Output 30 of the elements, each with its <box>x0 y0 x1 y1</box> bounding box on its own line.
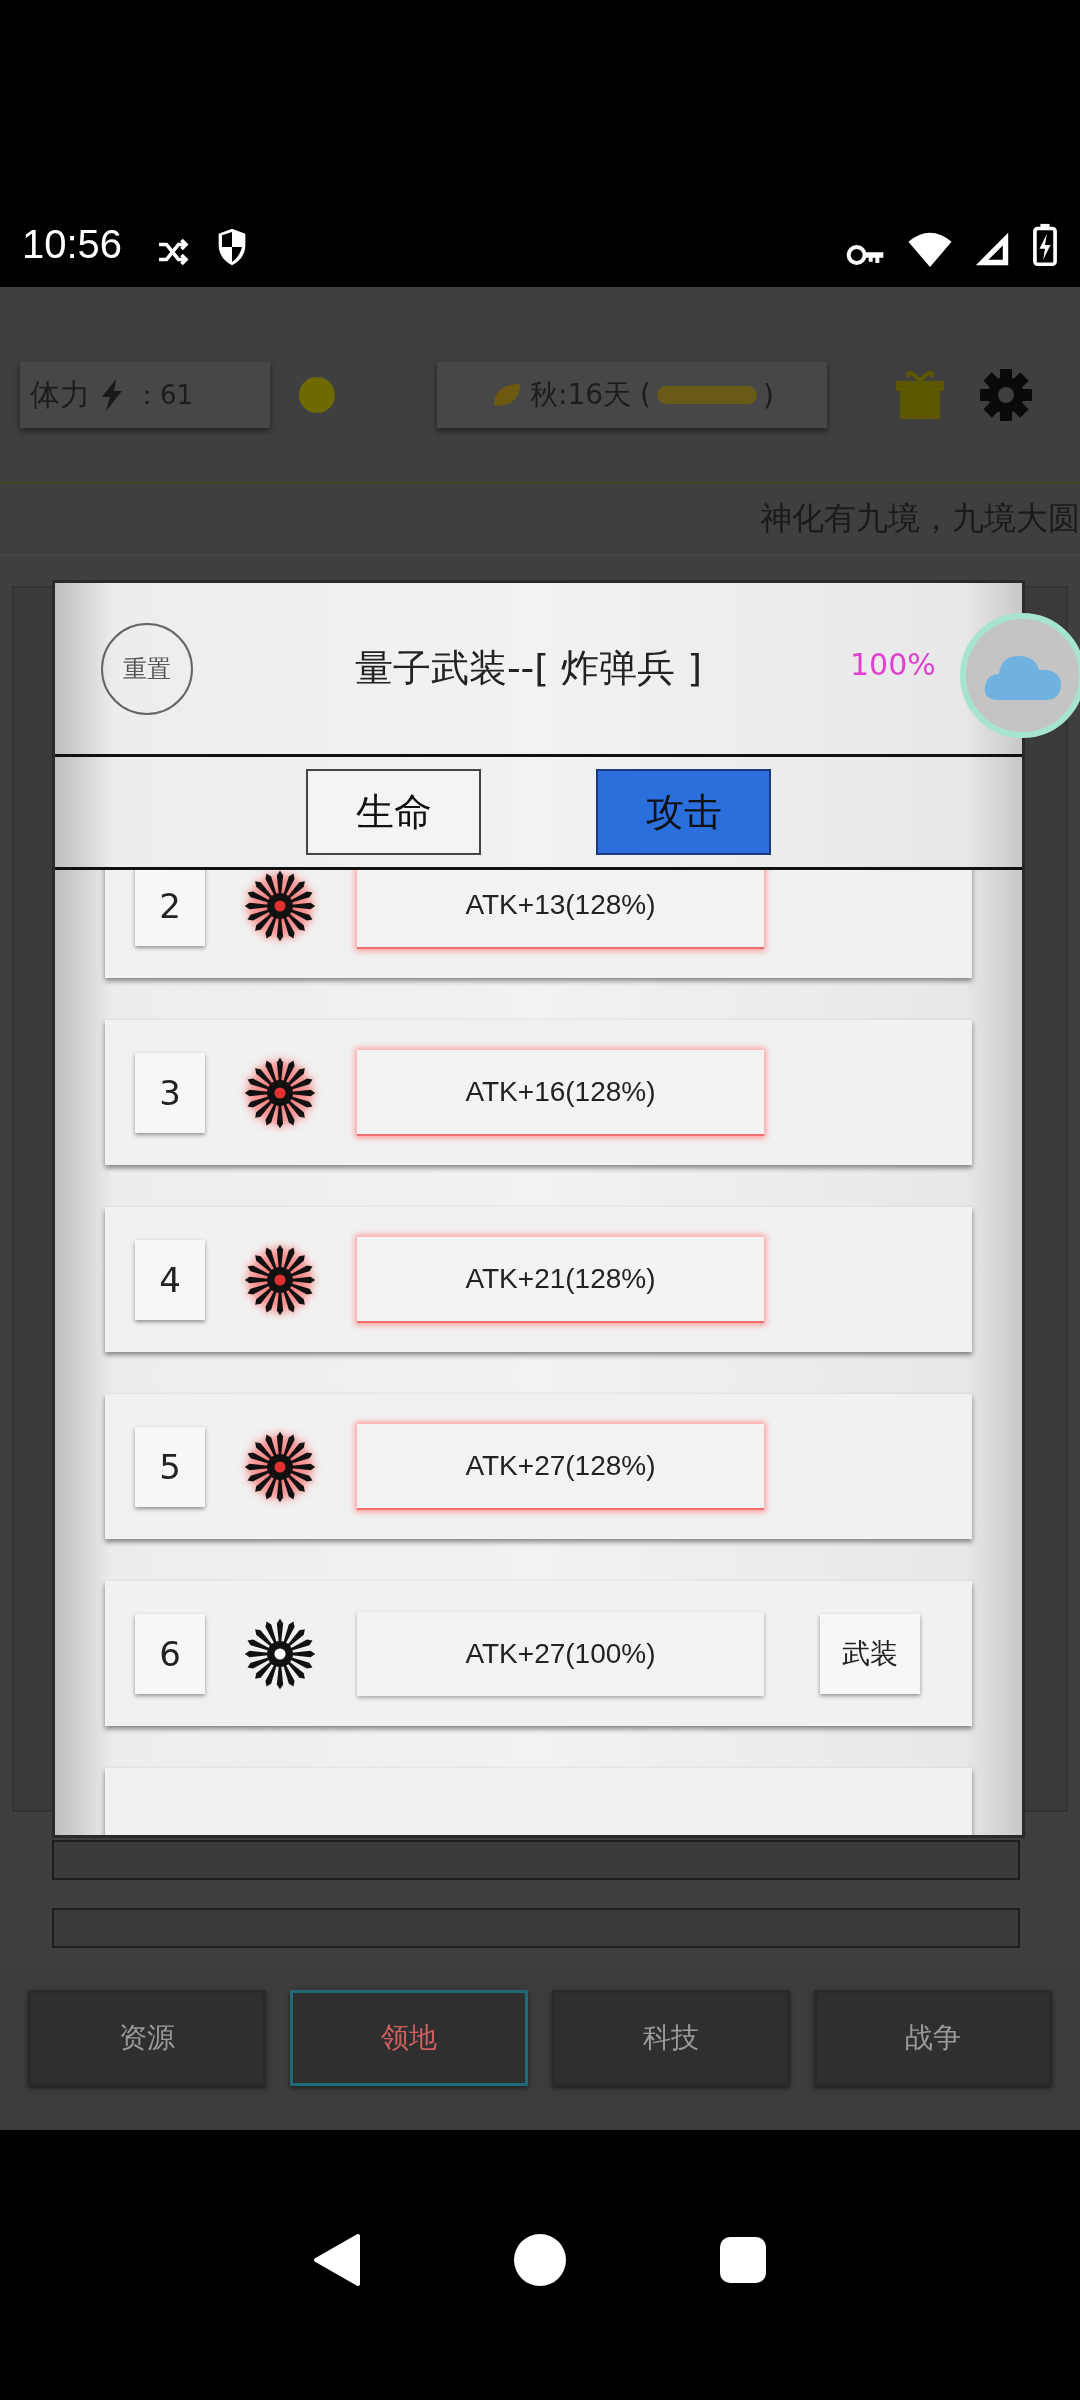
dialog-title: 量子武装--[ 炸弹兵 ] <box>354 645 703 692</box>
stat-value: ATK+13(128%) <box>357 870 764 949</box>
stat-value: ATK+21(128%) <box>357 1236 764 1323</box>
reset-button[interactable]: 重置 <box>101 623 193 715</box>
wifi-icon <box>908 231 952 267</box>
level-number: 5 <box>135 1426 205 1507</box>
level-number: 6 <box>135 1613 205 1694</box>
clock-time: 10:56 <box>22 222 123 267</box>
battery-icon <box>1032 223 1058 267</box>
stat-value: ATK+27(128%) <box>357 1423 764 1510</box>
progress-text: 100% <box>850 647 936 682</box>
back-icon[interactable] <box>312 2232 362 2288</box>
signal-icon <box>974 231 1010 267</box>
nav-tab[interactable]: 资源 <box>28 1990 266 2086</box>
season-bracket: ) <box>762 378 774 412</box>
level-number: 4 <box>135 1239 205 1320</box>
tab[interactable]: 生命 <box>306 769 481 855</box>
stat-value: ATK+16(128%) <box>357 1049 764 1136</box>
level-number: 2 <box>135 870 205 946</box>
nav-tab[interactable]: 领地 <box>290 1990 528 2086</box>
level-number: 3 <box>135 1052 205 1133</box>
lightning-icon <box>100 379 124 411</box>
equip-button[interactable]: 武装 <box>820 1613 920 1694</box>
nav-tab[interactable]: 战争 <box>814 1990 1052 2086</box>
nav-tab[interactable]: 科技 <box>552 1990 790 2086</box>
recents-icon[interactable] <box>718 2235 768 2285</box>
key-icon <box>846 243 886 267</box>
home-icon[interactable] <box>512 2232 568 2288</box>
tab[interactable]: 攻击 <box>596 769 771 855</box>
stat-value: ATK+27(100%) <box>357 1611 764 1696</box>
